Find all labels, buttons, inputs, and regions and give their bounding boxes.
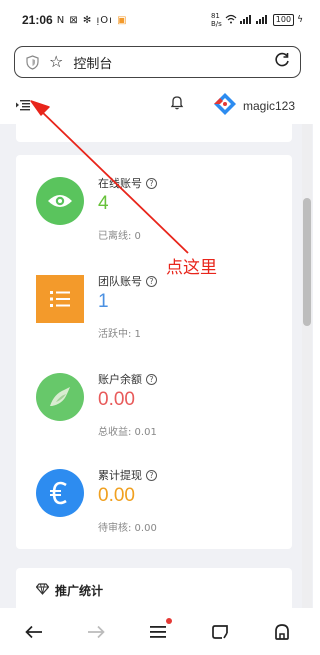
home-icon[interactable] xyxy=(270,620,294,644)
brand-logo-icon xyxy=(213,92,237,120)
stat-value: 4 xyxy=(98,193,109,214)
stat-label-row: 累计提现 ? xyxy=(98,467,157,483)
status-left: 21:06 N ⊠ ✻ ı̣Oı ▣ xyxy=(22,13,128,27)
status-right: 81 B/s 100 ϟ xyxy=(211,12,303,28)
gem-icon xyxy=(35,583,50,598)
wifi-icon xyxy=(225,14,237,27)
notification-dot xyxy=(166,618,172,624)
annotation-text: 点这里 xyxy=(166,258,217,278)
tabs-icon[interactable] xyxy=(208,620,232,644)
help-icon[interactable]: ? xyxy=(146,275,157,287)
reload-icon[interactable] xyxy=(274,52,290,72)
stat-account-balance[interactable]: 账户余额 ? 0.00 总收益: 0.01 xyxy=(16,363,292,453)
battery-icon: 100 xyxy=(272,14,295,26)
promo-title-row: 推广统计 xyxy=(35,582,104,599)
stat-team-accounts[interactable]: 团队账号 ? 1 活跃中: 1 xyxy=(16,265,292,355)
status-time: 21:06 xyxy=(22,13,53,27)
promo-card: 推广统计 xyxy=(16,568,292,608)
bell-icon[interactable] xyxy=(170,94,184,112)
menu-icon[interactable] xyxy=(146,618,172,644)
promo-title: 推广统计 xyxy=(55,584,104,598)
status-bar: 21:06 N ⊠ ✻ ı̣Oı ▣ 81 B/s 100 ϟ xyxy=(0,0,313,40)
stat-value: 1 xyxy=(98,291,109,312)
notification-icons: N ⊠ ✻ ı̣Oı ▣ xyxy=(57,15,128,26)
scrollbar-track[interactable] xyxy=(302,124,312,608)
stat-value: 0.00 xyxy=(98,485,135,506)
back-icon[interactable] xyxy=(22,620,46,644)
bottom-nav xyxy=(0,608,313,655)
euro-icon xyxy=(36,469,84,517)
stats-card: 在线账号 ? 4 已离线: 0 团队账号 ? 1 活跃中: 1 账户余额 ? 0… xyxy=(16,155,292,549)
eye-icon xyxy=(36,177,84,225)
bird-icon xyxy=(36,373,84,421)
signal-icon xyxy=(239,14,270,27)
stat-value: 0.00 xyxy=(98,389,135,410)
network-speed: 81 B/s xyxy=(211,12,222,28)
stat-label: 账户余额 xyxy=(98,373,142,386)
stat-label-row: 团队账号 ? xyxy=(98,273,157,289)
shield-icon[interactable] xyxy=(25,54,39,70)
notification-icons-text: N ⊠ ✻ ı̣Oı xyxy=(56,14,113,26)
username[interactable]: magic123 xyxy=(243,99,295,113)
help-icon[interactable]: ? xyxy=(146,177,157,189)
scrollbar-thumb[interactable] xyxy=(303,198,311,326)
orange-app-icon: ▣ xyxy=(117,14,128,26)
stat-label: 在线账号 xyxy=(98,177,142,190)
brand[interactable]: magic123 xyxy=(213,92,295,120)
stat-online-accounts[interactable]: 在线账号 ? 4 已离线: 0 xyxy=(16,167,292,257)
star-icon[interactable]: ☆ xyxy=(49,54,63,70)
stat-label: 累计提现 xyxy=(98,469,142,482)
network-speed-value: 81 xyxy=(210,12,220,20)
previous-card xyxy=(16,124,292,142)
help-icon[interactable]: ? xyxy=(146,373,157,385)
stat-sub: 已离线: 0 xyxy=(98,231,141,242)
network-speed-unit: B/s xyxy=(210,20,222,28)
url-text[interactable]: 控制台 xyxy=(73,53,112,72)
app-header: magic123 xyxy=(0,84,313,124)
stat-total-withdrawal[interactable]: 累计提现 ? 0.00 待审核: 0.00 xyxy=(16,459,292,549)
stat-label-row: 账户余额 ? xyxy=(98,371,157,387)
menu-toggle-icon[interactable] xyxy=(16,96,32,111)
stat-label: 团队账号 xyxy=(98,275,142,288)
help-icon[interactable]: ? xyxy=(146,469,157,481)
stat-sub: 总收益: 0.01 xyxy=(98,427,157,438)
stat-label-row: 在线账号 ? xyxy=(98,175,157,191)
charging-icon: ϟ xyxy=(297,15,303,25)
stat-sub: 活跃中: 1 xyxy=(98,329,141,340)
forward-icon[interactable] xyxy=(84,620,108,644)
list-icon xyxy=(36,275,84,323)
url-bar[interactable]: ☆ 控制台 xyxy=(14,46,301,78)
stat-sub: 待审核: 0.00 xyxy=(98,523,157,534)
